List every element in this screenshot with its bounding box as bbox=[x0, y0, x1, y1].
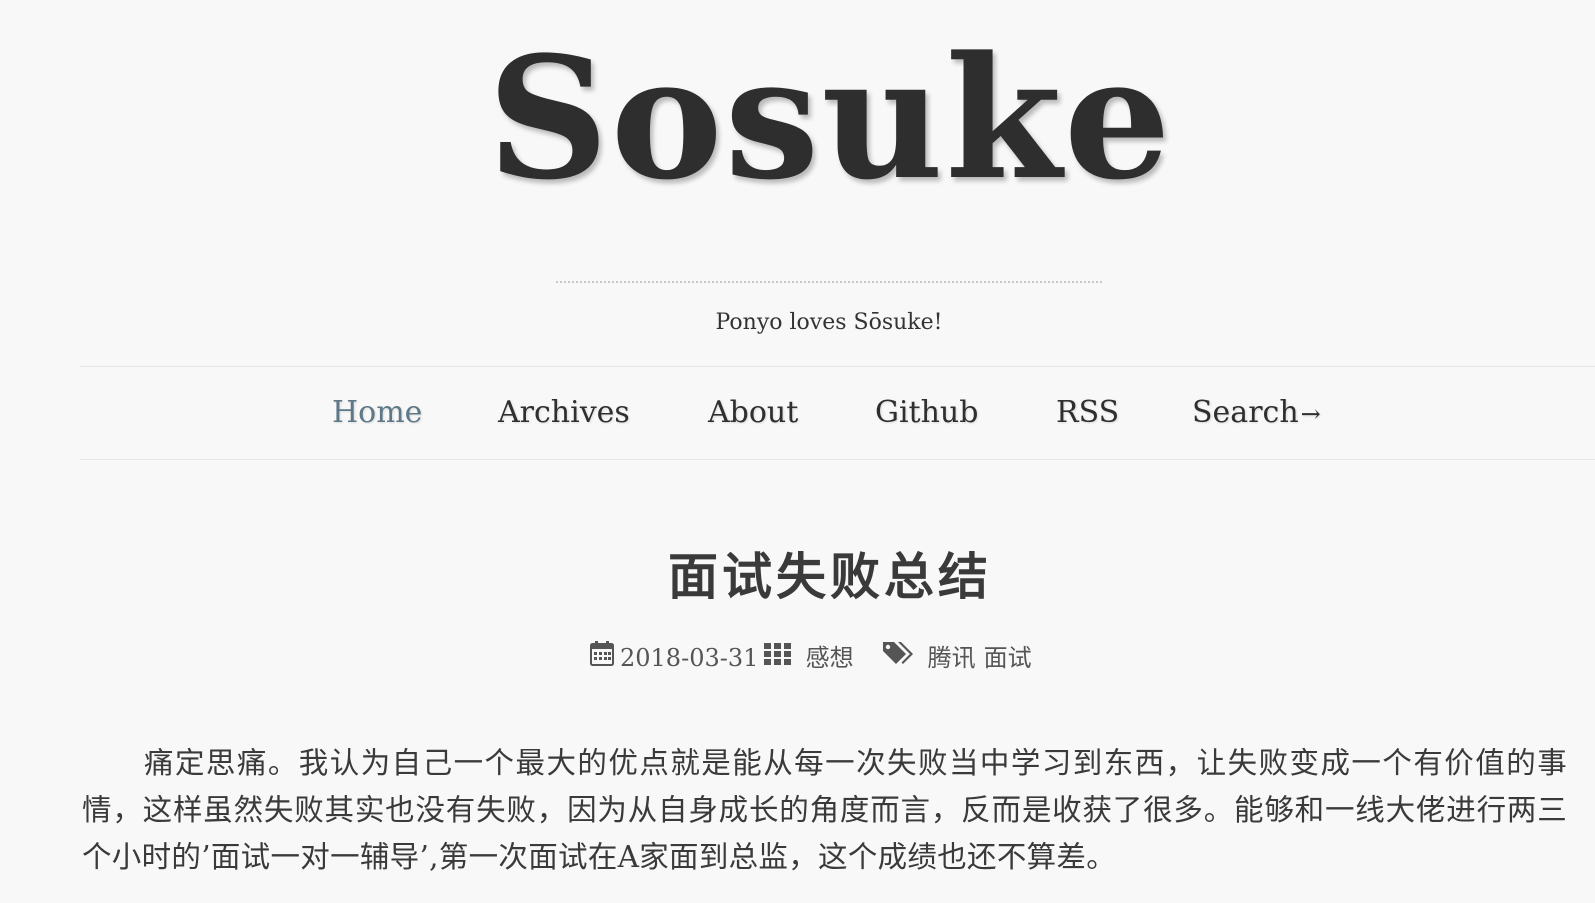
post-body: 痛定思痛。我认为自己一个最大的优点就是能从每一次失败当中学习到东西，让失败变成一… bbox=[82, 746, 1567, 874]
post-tags: 腾讯 面试 bbox=[882, 640, 1040, 676]
calendar-icon bbox=[590, 640, 614, 676]
site-logo[interactable]: Sosuke bbox=[0, 18, 1595, 218]
tag-link[interactable]: 面试 bbox=[984, 644, 1032, 672]
logo-divider bbox=[556, 281, 1102, 283]
grid-icon bbox=[764, 640, 792, 676]
site-tagline: Ponyo loves Sōsuke! bbox=[715, 310, 943, 335]
nav-github[interactable]: Github bbox=[875, 395, 978, 431]
nav-about[interactable]: About bbox=[708, 395, 798, 431]
arrow-right-icon: → bbox=[1300, 400, 1321, 428]
tag-link[interactable]: 腾讯 bbox=[928, 644, 976, 672]
tags-icon bbox=[882, 640, 914, 676]
post-title[interactable]: 面试失败总结 bbox=[0, 540, 1595, 614]
main-nav: Home Archives About Github RSS Search→ bbox=[80, 366, 1595, 460]
nav-search[interactable]: Search→ bbox=[1192, 395, 1321, 432]
post-date: 2018-03-31 bbox=[590, 640, 758, 676]
post-date-value: 2018-03-31 bbox=[620, 644, 759, 672]
nav-search-label: Search bbox=[1192, 395, 1299, 430]
nav-archives[interactable]: Archives bbox=[498, 395, 630, 431]
nav-home[interactable]: Home bbox=[332, 395, 422, 431]
post-category-link[interactable]: 感想 bbox=[806, 644, 854, 672]
post-category: 感想 bbox=[764, 640, 854, 676]
nav-rss[interactable]: RSS bbox=[1056, 395, 1119, 431]
